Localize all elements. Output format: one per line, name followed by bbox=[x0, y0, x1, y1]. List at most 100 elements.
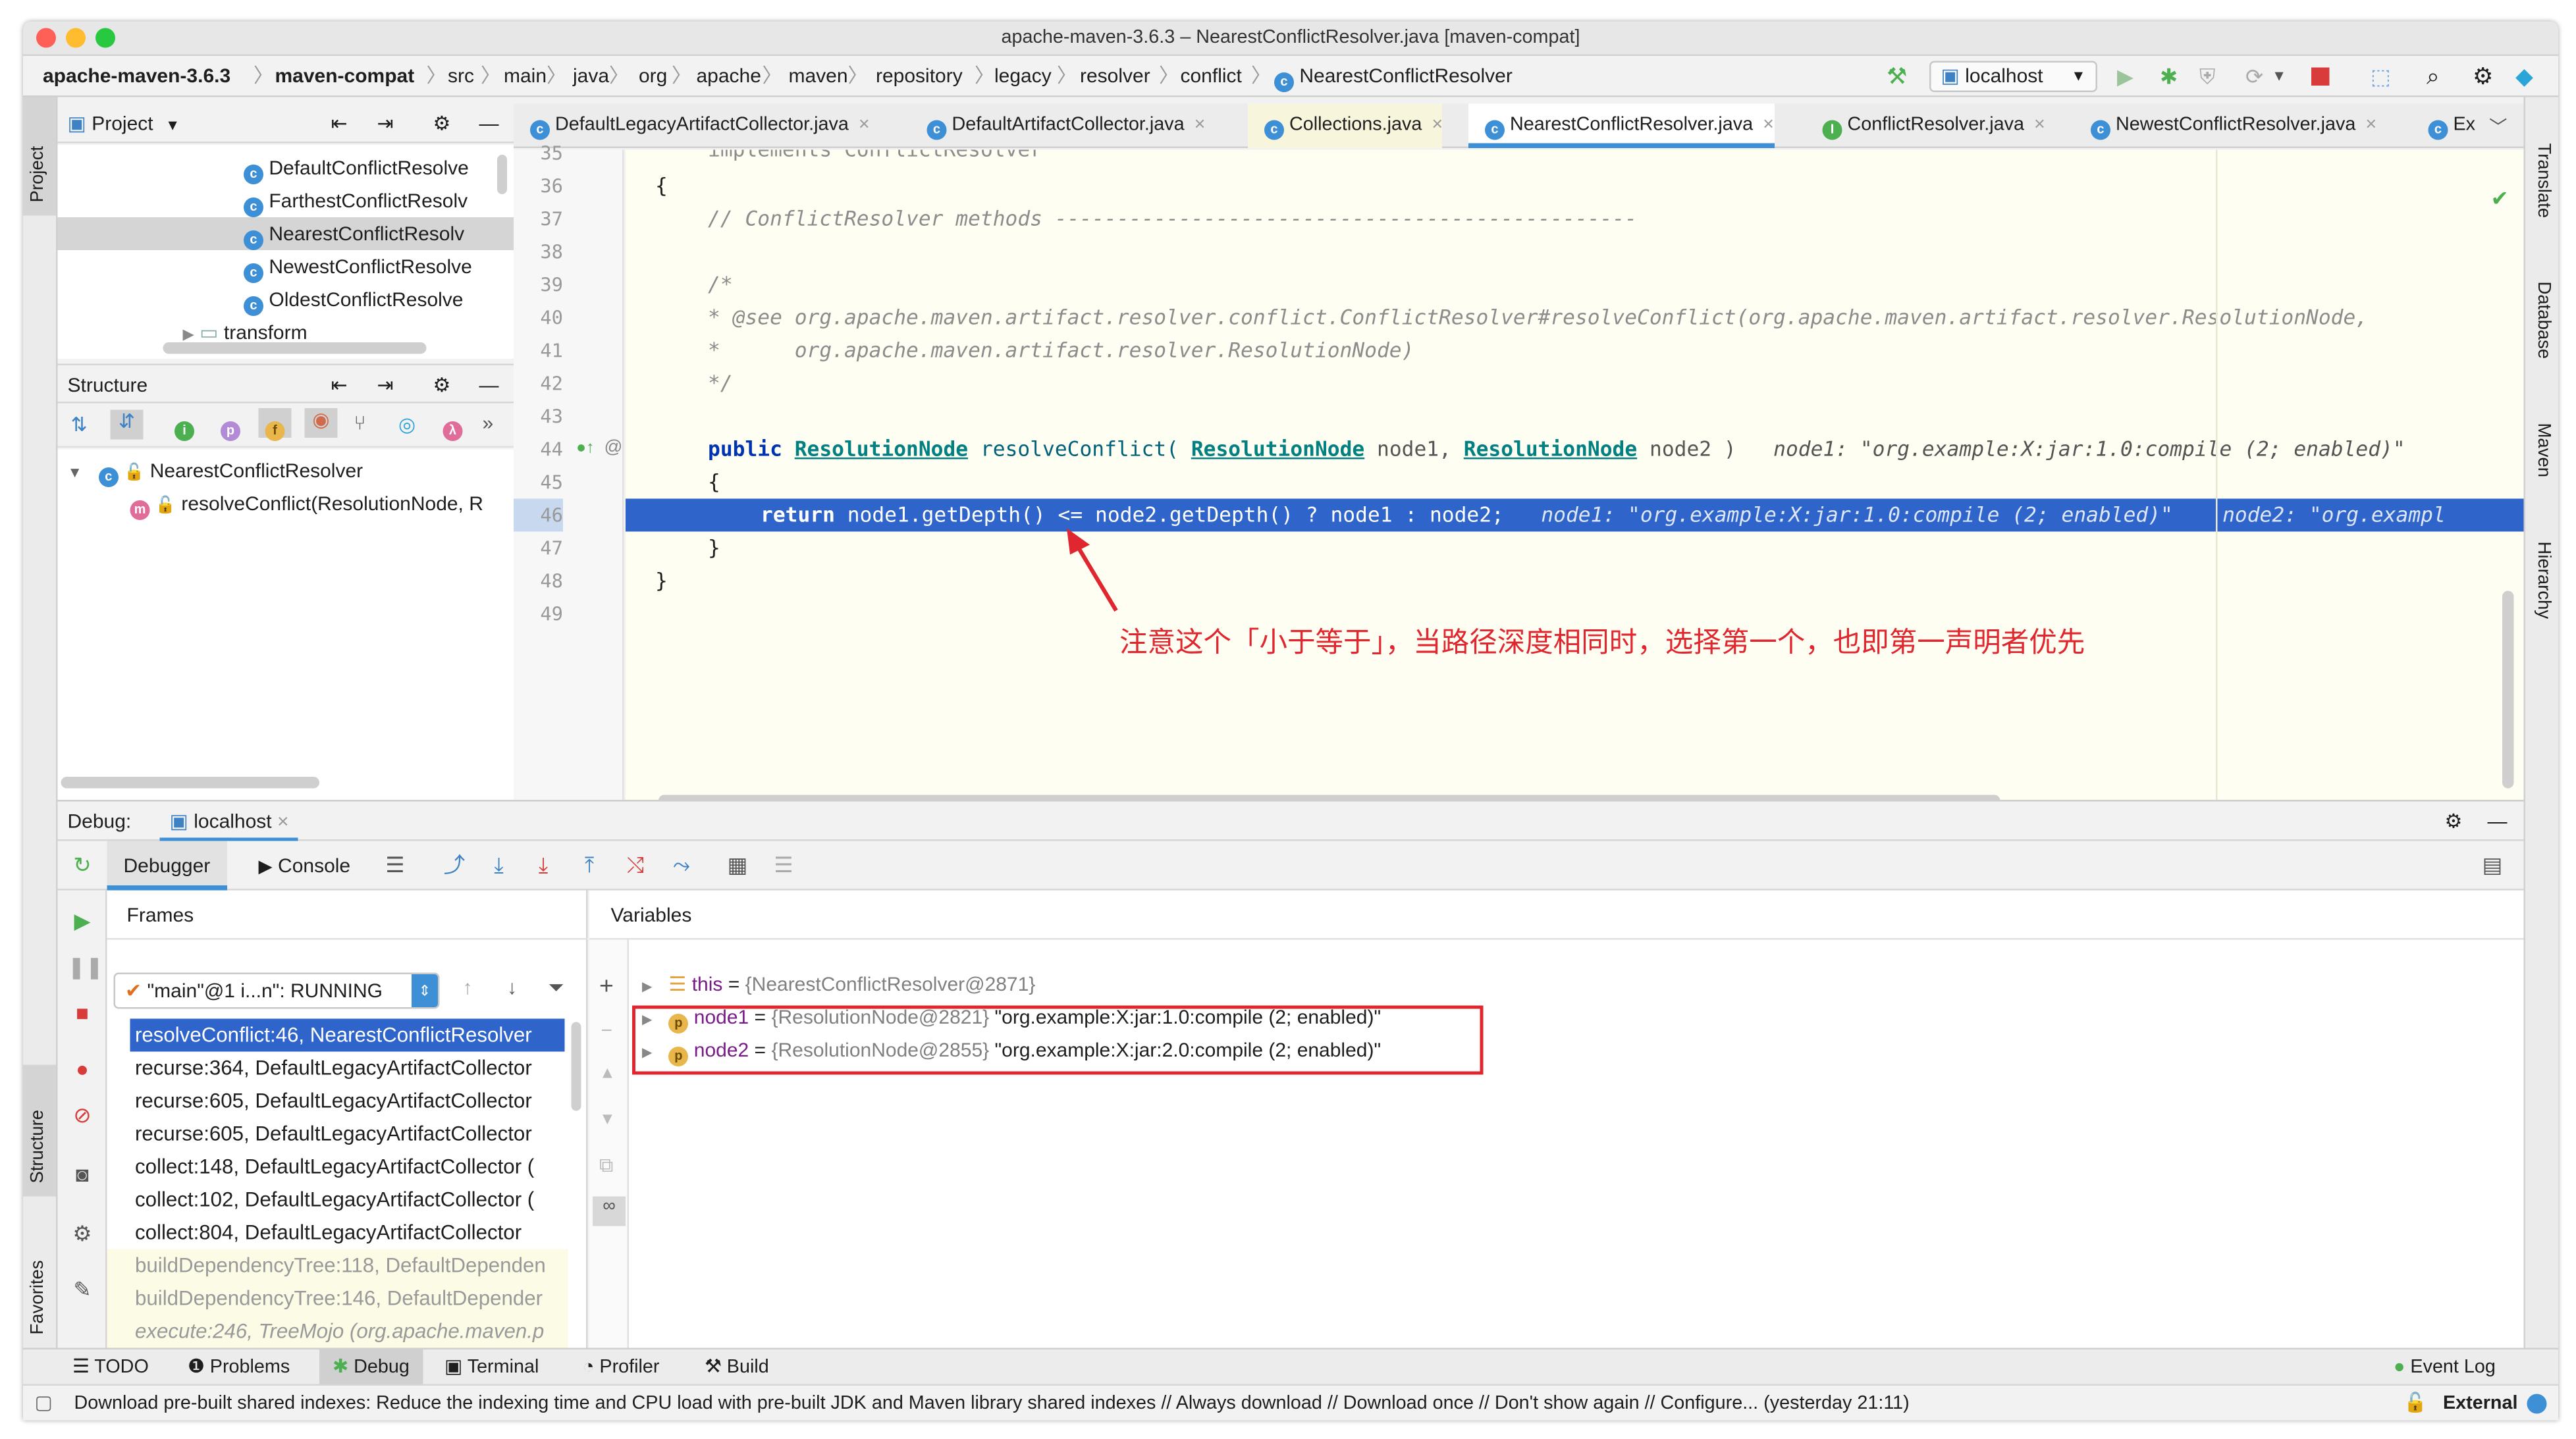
tab-todo[interactable]: ☰ TODO bbox=[72, 1349, 149, 1386]
autoscroll-icon[interactable]: ◎ bbox=[398, 413, 416, 436]
favorites-tool-button[interactable]: Favorites bbox=[23, 1226, 56, 1351]
tree-item[interactable]: c OldestConflictResolve bbox=[244, 283, 464, 316]
show-non-public-icon[interactable]: ◉ bbox=[304, 408, 338, 438]
code-editor[interactable]: implements ConflictResolver { // Conflic… bbox=[626, 149, 2524, 805]
vertical-scrollbar[interactable] bbox=[497, 155, 507, 194]
external-indicator[interactable]: External bbox=[2443, 1386, 2517, 1421]
frame-row[interactable]: recurse:605, DefaultLegacyArtifactCollec… bbox=[107, 1085, 568, 1118]
frame-row[interactable]: collect:148, DefaultLegacyArtifactCollec… bbox=[107, 1151, 568, 1184]
project-panel-title[interactable]: Project bbox=[92, 112, 153, 135]
horizontal-scrollbar[interactable] bbox=[163, 342, 427, 354]
maximize-window-button[interactable] bbox=[95, 28, 115, 48]
frame-row[interactable]: collect:804, DefaultLegacyArtifactCollec… bbox=[107, 1217, 568, 1249]
annotation-marker-icon[interactable]: @ bbox=[604, 438, 623, 458]
event-log-button[interactable]: ● Event Log bbox=[2394, 1349, 2496, 1386]
settings-gear-icon[interactable]: ⚙ bbox=[2445, 802, 2463, 841]
breadcrumb-resolver[interactable]: resolver bbox=[1080, 56, 1150, 97]
settings-gear-icon[interactable]: ⚙ bbox=[2473, 56, 2493, 97]
lock-icon[interactable]: 🔓 bbox=[2403, 1386, 2427, 1421]
tab-debug[interactable]: ✱ Debug bbox=[319, 1349, 423, 1386]
rerun-icon[interactable]: ↻ bbox=[68, 851, 97, 881]
profile-icon[interactable]: ⟳ bbox=[2245, 56, 2263, 97]
breadcrumb-src[interactable]: src bbox=[448, 56, 474, 97]
debug-session-tab[interactable]: ▣ localhost × bbox=[159, 802, 299, 841]
translate-tool-button[interactable]: Translate bbox=[2534, 144, 2554, 219]
settings-gear-icon[interactable]: ⚙ bbox=[433, 104, 451, 144]
database-tool-button[interactable]: Database bbox=[2534, 282, 2554, 359]
step-over-icon[interactable]: ⤓ bbox=[484, 851, 514, 881]
pause-icon[interactable]: ❚❚ bbox=[68, 953, 103, 983]
toggle-panels-icon[interactable]: ▢ bbox=[35, 1386, 53, 1421]
status-message[interactable]: Download pre-built shared indexes: Reduc… bbox=[74, 1386, 1910, 1421]
layout-icon[interactable]: ▤ bbox=[2478, 851, 2508, 881]
frame-row-library[interactable]: buildDependencyTree:146, DefaultDepender bbox=[107, 1282, 568, 1315]
frame-row[interactable]: collect:102, DefaultLegacyArtifactCollec… bbox=[107, 1184, 568, 1217]
run-to-cursor-icon[interactable]: ⤭ bbox=[621, 851, 651, 881]
expand-all-icon[interactable]: ⇥ bbox=[377, 365, 394, 405]
more-chevron-icon[interactable]: ▼ bbox=[2272, 56, 2286, 97]
tab-more[interactable]: c Ex bbox=[2412, 104, 2475, 149]
tab-terminal[interactable]: ▣ Terminal bbox=[444, 1349, 539, 1386]
vcs-icon[interactable]: ⬚ bbox=[2371, 56, 2391, 97]
tree-item[interactable]: c FarthestConflictResolv bbox=[244, 184, 468, 217]
tab-collections[interactable]: c Collections.java × bbox=[1248, 103, 1443, 148]
debug-bug-icon[interactable]: ✱ bbox=[2160, 56, 2178, 97]
evaluate-expression-icon[interactable]: ⤳ bbox=[667, 851, 697, 881]
tree-item-selected[interactable]: c NearestConflictResolv bbox=[57, 217, 514, 250]
more-icon[interactable]: » bbox=[483, 411, 494, 434]
filter-icon[interactable]: ⑂ bbox=[354, 411, 366, 434]
hide-panel-icon[interactable]: — bbox=[479, 104, 499, 144]
trace-icon[interactable]: ☰ bbox=[769, 851, 799, 881]
tab-profiler[interactable]: ◔ Profiler bbox=[583, 1349, 659, 1386]
breadcrumb-class[interactable]: c NearestConflictResolver bbox=[1274, 56, 1513, 97]
filter-icon[interactable]: ⏷ bbox=[549, 976, 564, 1001]
hide-panel-icon[interactable]: — bbox=[2488, 802, 2508, 841]
breadcrumb-repository[interactable]: repository bbox=[876, 56, 963, 97]
breadcrumb-legacy[interactable]: legacy bbox=[994, 56, 1052, 97]
glasses-icon[interactable]: ∞ bbox=[593, 1196, 626, 1226]
frame-row[interactable]: recurse:364, DefaultLegacyArtifactCollec… bbox=[107, 1052, 568, 1085]
show-lambdas-icon[interactable]: λ bbox=[443, 413, 463, 441]
tab-default-artifact-collector[interactable]: c DefaultArtifactCollector.java × bbox=[911, 104, 1205, 149]
collapse-all-icon[interactable]: ⇤ bbox=[331, 104, 348, 144]
add-watch-icon[interactable]: + bbox=[599, 973, 614, 1001]
run-icon[interactable]: ▶ bbox=[2117, 56, 2133, 97]
sort-alpha-icon[interactable]: ⇵ bbox=[110, 409, 144, 440]
step-into-icon[interactable]: ⤓ bbox=[529, 851, 558, 881]
breadcrumb-org[interactable]: org bbox=[639, 56, 667, 97]
breadcrumb-java[interactable]: java bbox=[573, 56, 609, 97]
move-up-icon[interactable]: ▲ bbox=[599, 1065, 616, 1084]
breadcrumb-conflict[interactable]: conflict bbox=[1181, 56, 1242, 97]
tab-nearest-conflict-resolver[interactable]: c NearestConflictResolver.java × bbox=[1468, 103, 1774, 148]
tab-console[interactable]: ▶ Console bbox=[259, 841, 351, 891]
vertical-scrollbar[interactable] bbox=[2502, 590, 2514, 789]
frame-row-selected[interactable]: resolveConflict:46, NearestConflictResol… bbox=[130, 1018, 565, 1052]
expand-all-icon[interactable]: ⇥ bbox=[377, 104, 394, 144]
breadcrumb-apache[interactable]: apache bbox=[697, 56, 761, 97]
search-icon[interactable]: ⌕ bbox=[2427, 56, 2440, 97]
menu-icon[interactable]: ☰ bbox=[381, 851, 410, 881]
horizontal-scrollbar[interactable] bbox=[61, 777, 319, 789]
view-breakpoints-icon[interactable]: ● bbox=[68, 1055, 97, 1085]
frame-row-library[interactable]: execute:246, TreeMojo (org.apache.maven.… bbox=[107, 1315, 568, 1348]
breadcrumb-module[interactable]: maven-compat bbox=[275, 56, 415, 97]
tab-default-legacy-artifact-collector[interactable]: c DefaultLegacyArtifactCollector.java × bbox=[514, 104, 870, 149]
collapse-all-icon[interactable]: ⇤ bbox=[331, 365, 348, 405]
plugin-icon[interactable]: ◆ bbox=[2515, 56, 2533, 97]
tab-debugger[interactable]: Debugger bbox=[107, 841, 227, 891]
structure-method-node[interactable]: m 🔓 resolveConflict(ResolutionNode, R bbox=[130, 487, 483, 520]
remove-watch-icon[interactable]: − bbox=[601, 1019, 613, 1042]
frame-row-library[interactable]: buildDependencyTree:118, DefaultDependen bbox=[107, 1249, 568, 1282]
build-hammer-icon[interactable]: ⚒ bbox=[1887, 56, 1907, 97]
settings-gear-icon[interactable]: ⚙ bbox=[433, 365, 451, 405]
run-config-select[interactable]: ▣ localhost ▼ bbox=[1929, 61, 2097, 92]
breadcrumb-main[interactable]: main bbox=[504, 56, 547, 97]
show-inherited-icon[interactable]: i bbox=[174, 413, 194, 441]
hide-panel-icon[interactable]: — bbox=[479, 365, 499, 405]
pin-icon[interactable]: ✎ bbox=[68, 1276, 97, 1305]
frame-row[interactable]: recurse:605, DefaultLegacyArtifactCollec… bbox=[107, 1118, 568, 1151]
sort-by-type-icon[interactable]: ⇅ bbox=[71, 413, 88, 436]
variable-row-this[interactable]: ▶ ☰ this = {NearestConflictResolver@2871… bbox=[642, 968, 1035, 1001]
show-properties-icon[interactable]: p bbox=[221, 413, 240, 441]
copy-icon[interactable]: ⧉ bbox=[599, 1154, 613, 1179]
